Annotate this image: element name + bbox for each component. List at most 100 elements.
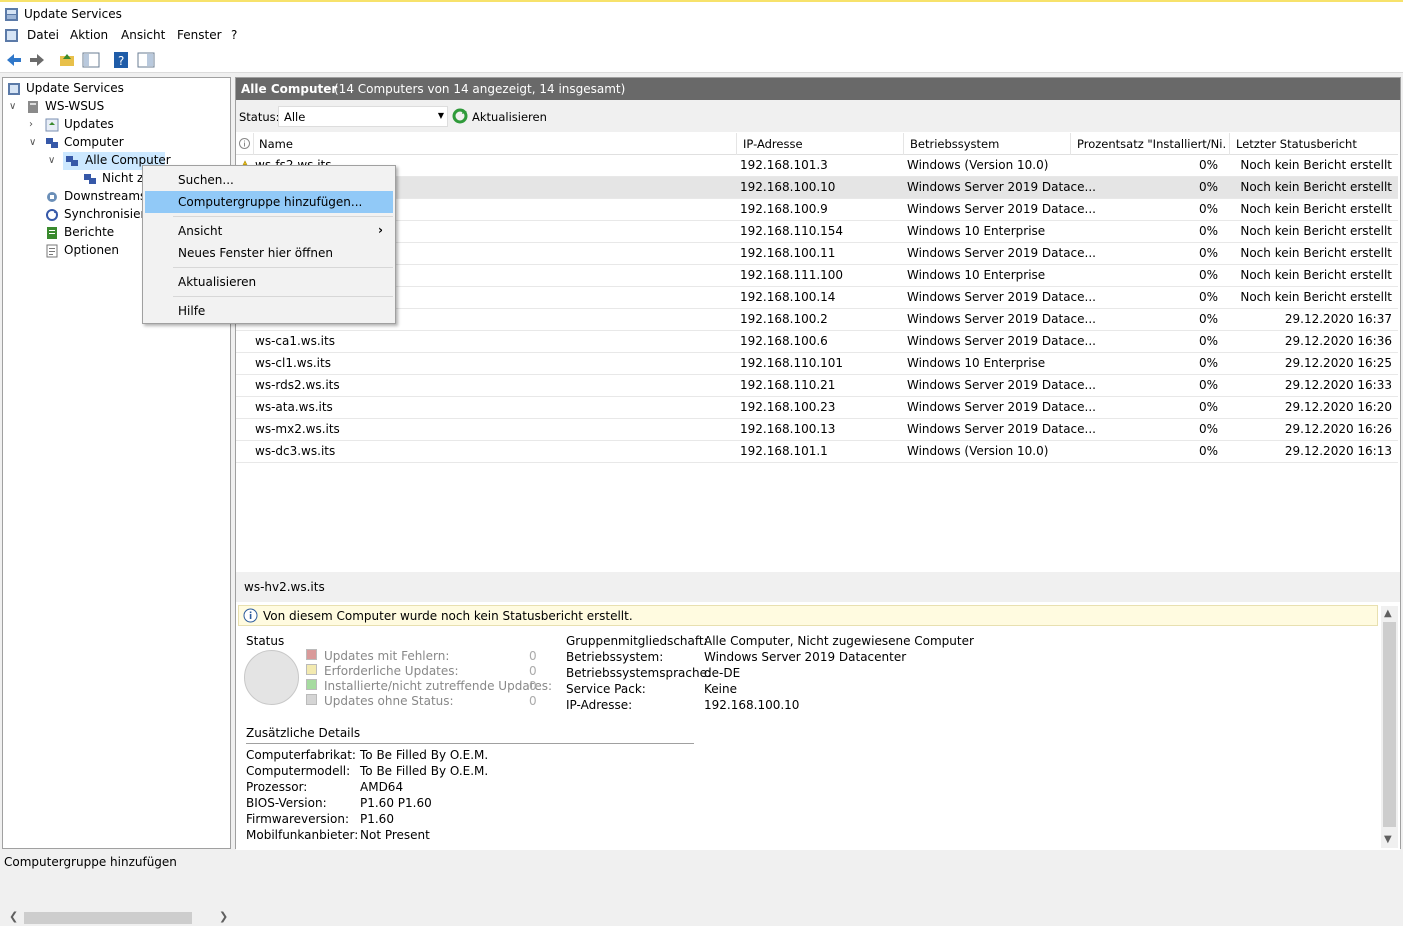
back-arrow-icon[interactable] — [5, 51, 23, 69]
status-bar: Computergruppe hinzufügen — [0, 853, 1403, 869]
menu-fenster[interactable]: Fenster — [177, 28, 222, 42]
details-pane: Von diesem Computer wurde noch kein Stat… — [236, 604, 1400, 850]
show-hide-tree-icon[interactable] — [82, 51, 100, 69]
table-row[interactable]: ws-dc1.ws.its192.168.100.2Windows Server… — [236, 309, 1398, 331]
extra-label: Computermodell: — [246, 764, 351, 778]
title-bar: Update Services — [0, 0, 1403, 25]
cell-percent: 0% — [1198, 378, 1218, 392]
table-row[interactable]: ws-rds2.ws.its 192.168.110.21 Windows Serv… — [236, 375, 1398, 397]
forward-arrow-icon[interactable] — [28, 51, 46, 69]
refresh-button[interactable]: Aktualisieren — [472, 110, 547, 124]
column-separator[interactable] — [1070, 133, 1071, 155]
cell-os: Windows Server 2019 Datace... — [907, 246, 1096, 260]
table-row[interactable]: ws-dc2.ws.its192.168.100.14Windows Serve… — [236, 287, 1398, 309]
menu-item-add-computer-group[interactable]: Computergruppe hinzufügen... — [145, 191, 393, 213]
cell-os: Windows 10 Enterprise — [907, 224, 1046, 238]
action-pane-icon[interactable] — [137, 51, 155, 69]
status-pie-chart — [244, 650, 299, 705]
column-header-ip[interactable]: IP-Adresse — [743, 137, 803, 155]
app-menu-icon[interactable] — [4, 28, 19, 43]
cell-percent: 0% — [1198, 422, 1218, 436]
prop-value: Keine — [704, 682, 737, 696]
table-row[interactable]: ws-hv2.ws.its192.168.100.10Windows Serve… — [236, 177, 1398, 199]
extra-value: AMD64 — [360, 780, 404, 794]
column-separator[interactable] — [1229, 133, 1230, 155]
cell-percent: 0% — [1198, 224, 1218, 238]
extra-label: BIOS-Version: — [246, 796, 327, 810]
table-row[interactable]: ws-cl2.ws.its192.168.111.100Windows 10 E… — [236, 265, 1398, 287]
cell-percent: 0% — [1198, 180, 1218, 194]
up-folder-icon[interactable] — [58, 51, 76, 69]
cell-percent: 0% — [1198, 444, 1218, 458]
menu-datei[interactable]: Datei — [27, 28, 59, 42]
column-separator[interactable] — [253, 133, 254, 155]
table-row[interactable]: ws-cl1.ws.its 192.168.110.101 Windows 10 E… — [236, 353, 1398, 375]
prop-value: de-DE — [704, 666, 741, 680]
chevron-right-icon[interactable]: › — [29, 119, 33, 130]
menu-item-hilfe[interactable]: Hilfe — [145, 300, 393, 322]
column-header-os[interactable]: Betriebssystem — [910, 137, 999, 155]
scroll-down-icon[interactable]: ▼ — [1384, 834, 1392, 845]
info-icon — [243, 608, 258, 623]
chevron-down-icon[interactable]: ∨ — [29, 137, 36, 148]
cell-ip: 192.168.100.2 — [740, 312, 828, 326]
details-vertical-scrollbar[interactable]: ▲ ▼ — [1381, 606, 1398, 848]
legend-label-needed: Erforderliche Updates: — [324, 664, 459, 678]
scrollbar-thumb[interactable] — [1383, 622, 1396, 827]
table-row[interactable]: ws-sql1.ws.its192.168.100.9Windows Serve… — [236, 199, 1398, 221]
tree-horizontal-scrollbar[interactable]: ❮ ❯ — [6, 909, 232, 926]
selected-computer-name: ws-hv2.ws.its — [244, 580, 325, 594]
tree-node-downstream[interactable]: Downstreamserver — [45, 188, 143, 206]
computers-icon — [66, 156, 78, 166]
cell-name: ws-mx2.ws.its — [255, 422, 340, 436]
menu-ansicht[interactable]: Ansicht — [121, 28, 165, 42]
table-row[interactable]: ws-cl3.ws.its192.168.110.154Windows 10 E… — [236, 221, 1398, 243]
cell-last-report: Noch kein Bericht erstellt — [1240, 158, 1392, 172]
extra-details-title: Zusätzliche Details — [246, 726, 361, 740]
chevron-down-icon[interactable]: ∨ — [9, 101, 16, 112]
cell-os: Windows Server 2019 Datace... — [907, 400, 1096, 414]
menu-item-suchen[interactable]: Suchen... — [145, 169, 393, 191]
computer-grid: Name IP-Adresse Betriebssystem Prozentsa… — [236, 133, 1398, 569]
cell-os: Windows Server 2019 Datace... — [907, 312, 1096, 326]
table-row[interactable]: ws-fs2.ws.its192.168.101.3Windows (Versi… — [236, 155, 1398, 177]
table-row[interactable]: ws-ca1.ws.its 192.168.100.6 Windows Server… — [236, 331, 1398, 353]
legend-label-nostatus: Updates ohne Status: — [324, 694, 454, 708]
cell-ip: 192.168.110.21 — [740, 378, 836, 392]
table-row[interactable]: ws-dc3.ws.its 192.168.101.1 Windows (Versi… — [236, 441, 1398, 463]
cell-percent: 0% — [1198, 158, 1218, 172]
column-header-last-report[interactable]: Letzter Statusbericht — [1236, 137, 1357, 155]
scroll-left-icon[interactable]: ❮ — [9, 910, 18, 923]
cell-os: Windows Server 2019 Datace... — [907, 180, 1096, 194]
scrollbar-thumb[interactable] — [24, 912, 192, 924]
cell-ip: 192.168.100.14 — [740, 290, 836, 304]
column-header-percent[interactable]: Prozentsatz "Installiert/Ni... — [1077, 137, 1227, 155]
scroll-right-icon[interactable]: ❯ — [219, 910, 228, 923]
help-icon[interactable]: ? — [112, 51, 130, 69]
cell-os: Windows 10 Enterprise — [907, 268, 1046, 282]
table-row[interactable]: ws-hv1.ws.its192.168.100.11Windows Serve… — [236, 243, 1398, 265]
refresh-icon[interactable] — [452, 108, 468, 124]
column-separator[interactable] — [903, 133, 904, 155]
reports-icon — [47, 227, 57, 239]
sync-icon — [46, 209, 58, 221]
cell-name: ws-ata.ws.its — [255, 400, 333, 414]
divider — [246, 743, 694, 744]
column-header-name[interactable]: Name — [259, 137, 293, 155]
status-filter-select[interactable]: Alle ▼ — [278, 106, 448, 127]
chevron-down-icon[interactable]: ∨ — [48, 155, 55, 166]
menu-item-ansicht[interactable]: Ansicht › — [145, 220, 393, 242]
tree-node-unassigned[interactable]: Nicht zugewiesene Computer — [83, 170, 143, 188]
tree-node-sync[interactable]: Synchronisierungen — [45, 206, 143, 224]
prop-value: Alle Computer, Nicht zugewiesene Compute… — [704, 634, 974, 648]
scroll-up-icon[interactable]: ▲ — [1384, 608, 1392, 619]
menu-item-aktualisieren[interactable]: Aktualisieren — [145, 271, 393, 293]
table-row[interactable]: ws-ata.ws.its 192.168.100.23 Windows Serve… — [236, 397, 1398, 419]
table-row[interactable]: ws-mx2.ws.its 192.168.100.13 Windows Serve… — [236, 419, 1398, 441]
menu-help[interactable]: ? — [231, 28, 237, 42]
cell-os: Windows Server 2019 Datace... — [907, 378, 1096, 392]
menu-aktion[interactable]: Aktion — [70, 28, 108, 42]
menu-separator — [173, 296, 393, 297]
menu-item-new-window[interactable]: Neues Fenster hier öffnen — [145, 242, 393, 264]
column-separator[interactable] — [736, 133, 737, 155]
